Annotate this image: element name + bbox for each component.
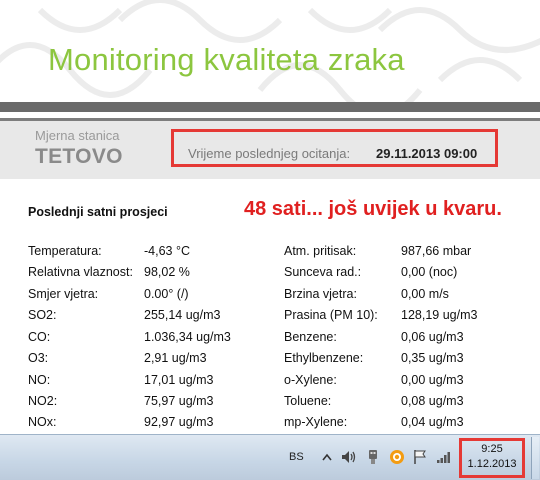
- alert-annotation: 48 sati... još uvijek u kvaru.: [244, 198, 502, 220]
- measurement-value: 92,97 ug/m3: [144, 415, 214, 429]
- measurement-label: Prasina (PM 10):: [284, 308, 378, 322]
- speaker-icon[interactable]: [341, 449, 357, 465]
- page-title: Monitoring kvaliteta zraka: [48, 42, 405, 77]
- flag-icon[interactable]: [412, 449, 428, 465]
- measurement-value: 128,19 ug/m3: [401, 308, 478, 322]
- measurement-label: NOx:: [28, 415, 57, 429]
- clock-time[interactable]: 9:25: [459, 443, 525, 455]
- taskbar: BS 9:25 1.12.2013: [0, 434, 540, 480]
- network-signal-icon[interactable]: [436, 449, 452, 465]
- measurement-value: 987,66 mbar: [401, 244, 472, 258]
- measurement-label: o-Xylene:: [284, 373, 337, 387]
- measurement-value: 0,06 ug/m3: [401, 330, 464, 344]
- measurement-label: Smjer vjetra:: [28, 287, 99, 301]
- measurement-value: 17,01 ug/m3: [144, 373, 214, 387]
- measurement-label: Sunceva rad.:: [284, 265, 362, 279]
- station-name: TETOVO: [35, 145, 123, 168]
- section-title: Poslednji satni prosjeci: [28, 205, 168, 219]
- measurement-value: 1.036,34 ug/m3: [144, 330, 231, 344]
- measurement-label: Benzene:: [284, 330, 337, 344]
- station-label: Mjerna stanica: [35, 128, 120, 143]
- measurement-label: Ethylbenzene:: [284, 351, 364, 365]
- chevron-up-icon[interactable]: [319, 449, 335, 465]
- usb-device-icon[interactable]: [365, 449, 381, 465]
- measurement-label: O3:: [28, 351, 49, 365]
- measurement-value: 0.00° (/): [144, 287, 189, 301]
- measurement-value: 2,91 ug/m3: [144, 351, 207, 365]
- measurement-value: 0,08 ug/m3: [401, 394, 464, 408]
- measurement-label: SO2:: [28, 308, 57, 322]
- header-divider: [0, 102, 540, 112]
- measurement-value: -4,63 °C: [144, 244, 190, 258]
- measurement-label: NO:: [28, 373, 51, 387]
- antivirus-icon[interactable]: [389, 449, 405, 465]
- measurement-value: 75,97 ug/m3: [144, 394, 214, 408]
- measurement-label: Toluene:: [284, 394, 332, 408]
- measurement-label: mp-Xylene:: [284, 415, 348, 429]
- measurement-value: 0,00 (noc): [401, 265, 458, 279]
- last-reading-value: 29.11.2013 09:00: [376, 146, 478, 161]
- clock-date[interactable]: 1.12.2013: [459, 458, 525, 470]
- measurement-label: Relativna vlaznost:: [28, 265, 133, 279]
- measurement-label: CO:: [28, 330, 51, 344]
- show-desktop-button[interactable]: [531, 437, 539, 479]
- last-reading-label: Vrijeme poslednjeg ocitanja:: [188, 146, 351, 161]
- measurement-label: Atm. pritisak:: [284, 244, 357, 258]
- measurement-value: 98,02 %: [144, 265, 190, 279]
- measurement-value: 255,14 ug/m3: [144, 308, 221, 322]
- measurement-label: NO2:: [28, 394, 58, 408]
- station-panel: Mjerna stanica TETOVO Vrijeme poslednjeg…: [0, 121, 540, 179]
- measurement-value: 0,04 ug/m3: [401, 415, 464, 429]
- page-header: Monitoring kvaliteta zraka: [0, 0, 540, 102]
- measurement-value: 0,00 ug/m3: [401, 373, 464, 387]
- measurement-label: Brzina vjetra:: [284, 287, 357, 301]
- measurement-value: 0,35 ug/m3: [401, 351, 464, 365]
- measurement-label: Temperatura:: [28, 244, 102, 258]
- measurement-value: 0,00 m/s: [401, 287, 449, 301]
- language-indicator[interactable]: BS: [289, 451, 304, 463]
